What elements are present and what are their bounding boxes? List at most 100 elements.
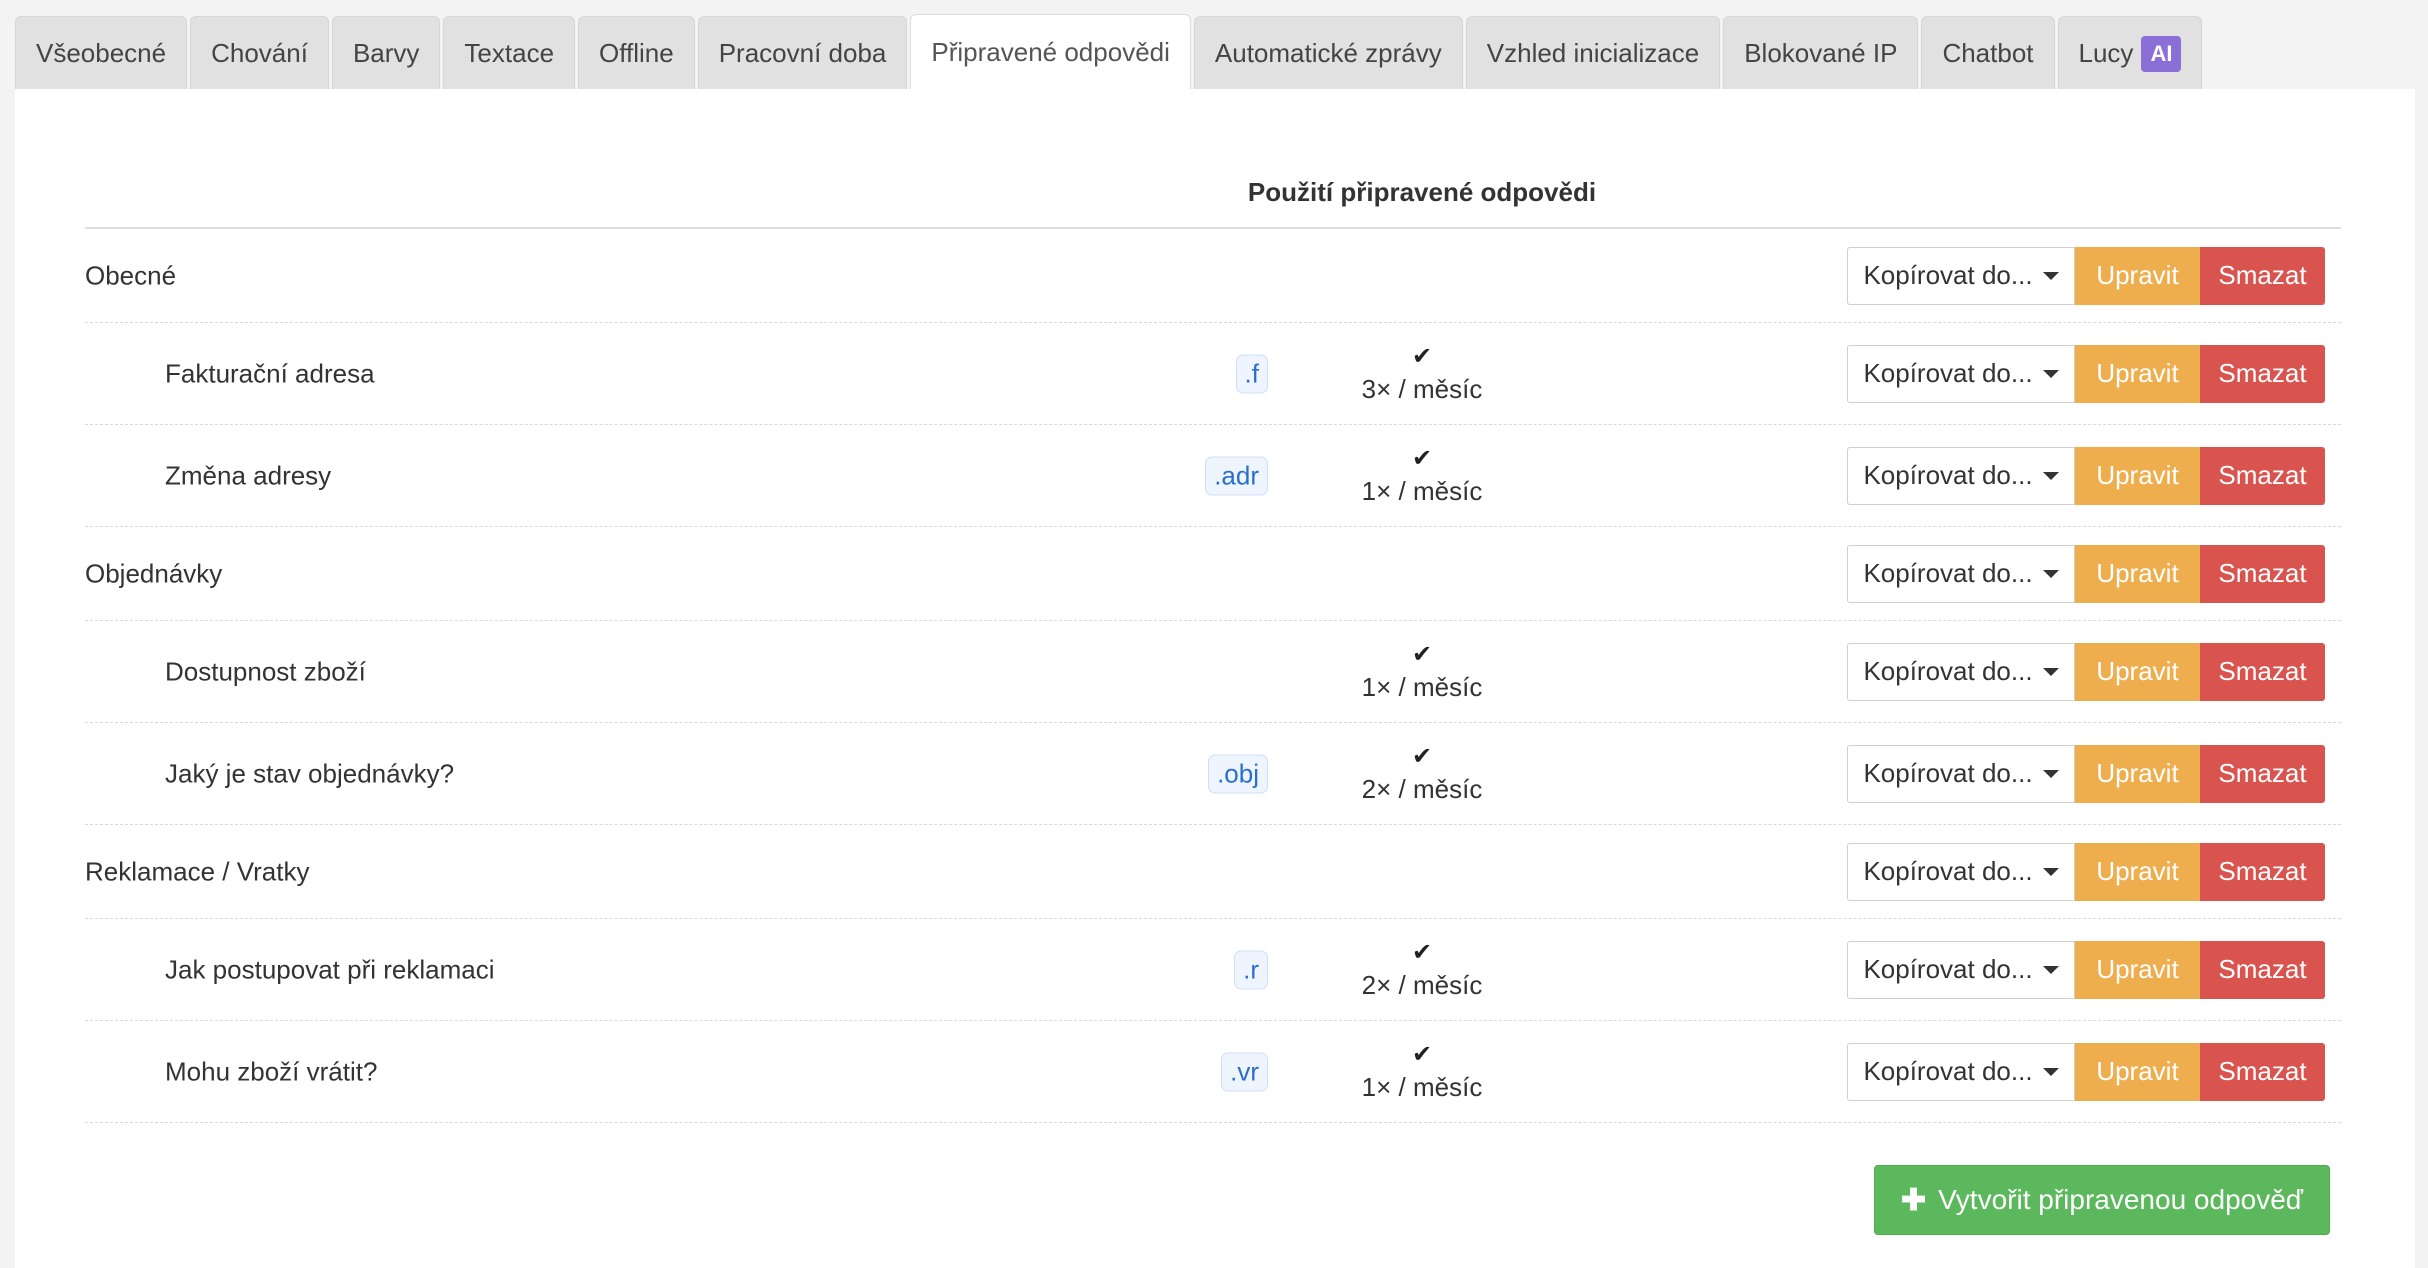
tab-label: Pracovní doba [718,38,887,68]
tab-label: Všeobecné [36,38,167,68]
delete-button[interactable]: Smazat [2200,842,2325,901]
tab-2[interactable]: Barvy [331,16,441,90]
usage-cell: ✔ 1× / měsíc [1322,1040,1522,1104]
caret-down-icon [2042,569,2059,578]
copy-to-dropdown[interactable]: Kopírovat do... [1847,642,2075,701]
tab-0[interactable]: Všeobecné [15,16,188,90]
row-actions: Kopírovat do... Upravit Smazat [1847,1042,2325,1101]
tab-4[interactable]: Offline [578,16,695,90]
copy-to-dropdown[interactable]: Kopírovat do... [1847,1042,2075,1101]
shortcut-badge: .f [1235,354,1268,393]
shortcut-badge: .adr [1205,456,1268,495]
copy-to-dropdown[interactable]: Kopírovat do... [1847,842,2075,901]
copy-to-dropdown[interactable]: Kopírovat do... [1847,446,2075,505]
tab-label: Textace [464,38,555,68]
delete-button[interactable]: Smazat [2200,1042,2325,1101]
copy-to-dropdown[interactable]: Kopírovat do... [1847,246,2075,305]
tab-label: Chatbot [1942,38,2034,68]
category-name: Obecné [85,260,177,290]
caret-down-icon [2042,271,2059,280]
category-name: Reklamace / Vratky [85,856,310,886]
delete-button[interactable]: Smazat [2200,940,2325,999]
copy-label: Kopírovat do... [1863,558,2033,588]
delete-button[interactable]: Smazat [2200,744,2325,803]
table-body: Obecné Kopírovat do... Upravit Smazat Faktur… [85,229,2341,1123]
caret-down-icon [2042,867,2059,876]
usage-count: 1× / měsíc [1361,475,1483,506]
tab-label: Chování [211,38,308,68]
check-icon: ✔ [1411,742,1433,770]
row-actions: Kopírovat do... Upravit Smazat [1847,446,2325,505]
canned-responses-table: Použití připravené odpovědi Obecné Kopíro… [85,89,2341,1123]
edit-button[interactable]: Upravit [2075,544,2200,603]
shortcut-badge: .vr [1221,1052,1268,1091]
delete-button[interactable]: Smazat [2200,446,2325,505]
tab-10[interactable]: Chatbot [1921,16,2055,90]
settings-tabs: Všeobecné Chování Barvy Textace Offline Praco… [15,14,2205,90]
row-actions: Kopírovat do... Upravit Smazat [1847,940,2325,999]
edit-button[interactable]: Upravit [2075,842,2200,901]
edit-button[interactable]: Upravit [2075,940,2200,999]
create-button-label: Vytvořit připravenou odpověď [1938,1184,2303,1215]
copy-label: Kopírovat do... [1863,758,2033,788]
tab-label: Offline [599,38,674,68]
edit-button[interactable]: Upravit [2075,744,2200,803]
edit-button[interactable]: Upravit [2075,642,2200,701]
response-row: Jaký je stav objednávky? .obj ✔ 2× / měsíc K… [85,723,2341,825]
row-actions: Kopírovat do... Upravit Smazat [1847,744,2325,803]
usage-cell: ✔ 1× / měsíc [1322,640,1522,704]
tab-label: Barvy [352,38,420,68]
response-row: Změna adresy .adr ✔ 1× / měsíc Kopírovat do.… [85,425,2341,527]
tab-label: Automatické zprávy [1214,38,1442,68]
copy-to-dropdown[interactable]: Kopírovat do... [1847,344,2075,403]
ai-badge: AI [2141,35,2182,72]
tab-label: Blokované IP [1744,38,1898,68]
usage-count: 1× / měsíc [1361,1071,1483,1102]
tab-11[interactable]: Lucy AI [2057,16,2203,90]
tab-8[interactable]: Vzhled inicializace [1465,16,1721,90]
caret-down-icon [2042,769,2059,778]
shortcut-badge: .r [1234,950,1268,989]
delete-button[interactable]: Smazat [2200,344,2325,403]
delete-button[interactable]: Smazat [2200,642,2325,701]
row-actions: Kopírovat do... Upravit Smazat [1847,642,2325,701]
copy-label: Kopírovat do... [1863,358,2033,388]
edit-button[interactable]: Upravit [2075,246,2200,305]
row-actions: Kopírovat do... Upravit Smazat [1847,544,2325,603]
tab-label: Lucy [2078,38,2134,68]
usage-count: 3× / měsíc [1361,373,1483,404]
usage-column-header: Použití připravené odpovědi [1247,177,1597,207]
check-icon: ✔ [1411,640,1433,668]
copy-label: Kopírovat do... [1863,1056,2033,1086]
tab-7[interactable]: Automatické zprávy [1193,16,1463,90]
tab-label: Připravené odpovědi [931,37,1170,67]
tab-9[interactable]: Blokované IP [1723,16,1919,90]
tab-1[interactable]: Chování [190,16,329,90]
tab-3[interactable]: Textace [443,16,576,90]
create-canned-response-button[interactable]: ✚ Vytvořit připravenou odpověď [1874,1165,2330,1235]
caret-down-icon [2042,471,2059,480]
copy-to-dropdown[interactable]: Kopírovat do... [1847,940,2075,999]
edit-button[interactable]: Upravit [2075,344,2200,403]
row-actions: Kopírovat do... Upravit Smazat [1847,246,2325,305]
caret-down-icon [2042,667,2059,676]
copy-label: Kopírovat do... [1863,954,2033,984]
copy-to-dropdown[interactable]: Kopírovat do... [1847,744,2075,803]
check-icon: ✔ [1411,444,1433,472]
row-actions: Kopírovat do... Upravit Smazat [1847,344,2325,403]
delete-button[interactable]: Smazat [2200,246,2325,305]
tab-5[interactable]: Pracovní doba [697,16,908,90]
copy-to-dropdown[interactable]: Kopírovat do... [1847,544,2075,603]
tab-6[interactable]: Připravené odpovědi [910,14,1191,90]
category-row: Obecné Kopírovat do... Upravit Smazat [85,229,2341,323]
check-icon: ✔ [1411,342,1433,370]
tab-label: Vzhled inicializace [1486,38,1700,68]
edit-button[interactable]: Upravit [2075,446,2200,505]
edit-button[interactable]: Upravit [2075,1042,2200,1101]
usage-count: 2× / měsíc [1361,773,1483,804]
response-name: Změna adresy [165,460,332,490]
response-row: Jak postupovat při reklamaci .r ✔ 2× / měsí… [85,919,2341,1021]
copy-label: Kopírovat do... [1863,460,2033,490]
delete-button[interactable]: Smazat [2200,544,2325,603]
caret-down-icon [2042,1067,2059,1076]
